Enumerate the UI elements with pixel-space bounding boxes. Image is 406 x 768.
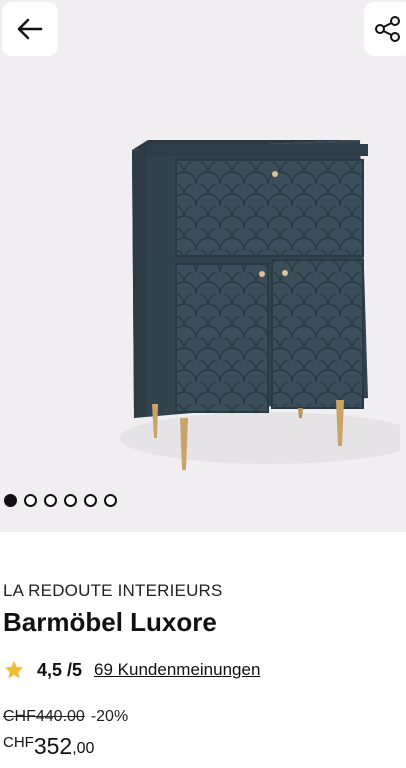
current-price: CHF 352 ,00 — [3, 732, 94, 760]
discount-badge: -20% — [90, 708, 129, 725]
pagination-dot[interactable] — [84, 494, 97, 507]
share-icon — [375, 16, 400, 42]
pagination-dot[interactable] — [24, 494, 37, 507]
image-pagination[interactable] — [4, 494, 117, 507]
price-cents: ,00 — [72, 740, 95, 757]
price-main: 352 — [33, 733, 73, 759]
old-price: CHF440.00 — [3, 708, 85, 725]
share-button[interactable] — [364, 2, 406, 56]
old-price-row: CHF440.00 -20% — [3, 708, 128, 726]
price-currency: CHF — [3, 734, 34, 751]
back-button[interactable] — [2, 2, 58, 56]
pagination-dot[interactable] — [44, 494, 57, 507]
pagination-dot[interactable] — [64, 494, 77, 507]
brand-name[interactable]: LA REDOUTE INTERIEURS — [3, 581, 223, 601]
image-gallery[interactable] — [0, 0, 406, 532]
pagination-dot[interactable] — [104, 494, 117, 507]
product-photo — [120, 140, 400, 470]
rating-value: 4,5 /5 — [37, 659, 83, 680]
reviews-link[interactable]: 69 Kundenmeinungen — [94, 660, 260, 680]
product-page: LA REDOUTE INTERIEURS Barmöbel Luxore 4,… — [0, 0, 406, 768]
rating-row: 4,5 /5 69 Kundenmeinungen — [3, 657, 260, 683]
pagination-dot[interactable] — [4, 494, 17, 507]
arrow-left-icon — [17, 18, 43, 40]
product-title: Barmöbel Luxore — [3, 607, 217, 637]
star-icon — [4, 660, 24, 679]
